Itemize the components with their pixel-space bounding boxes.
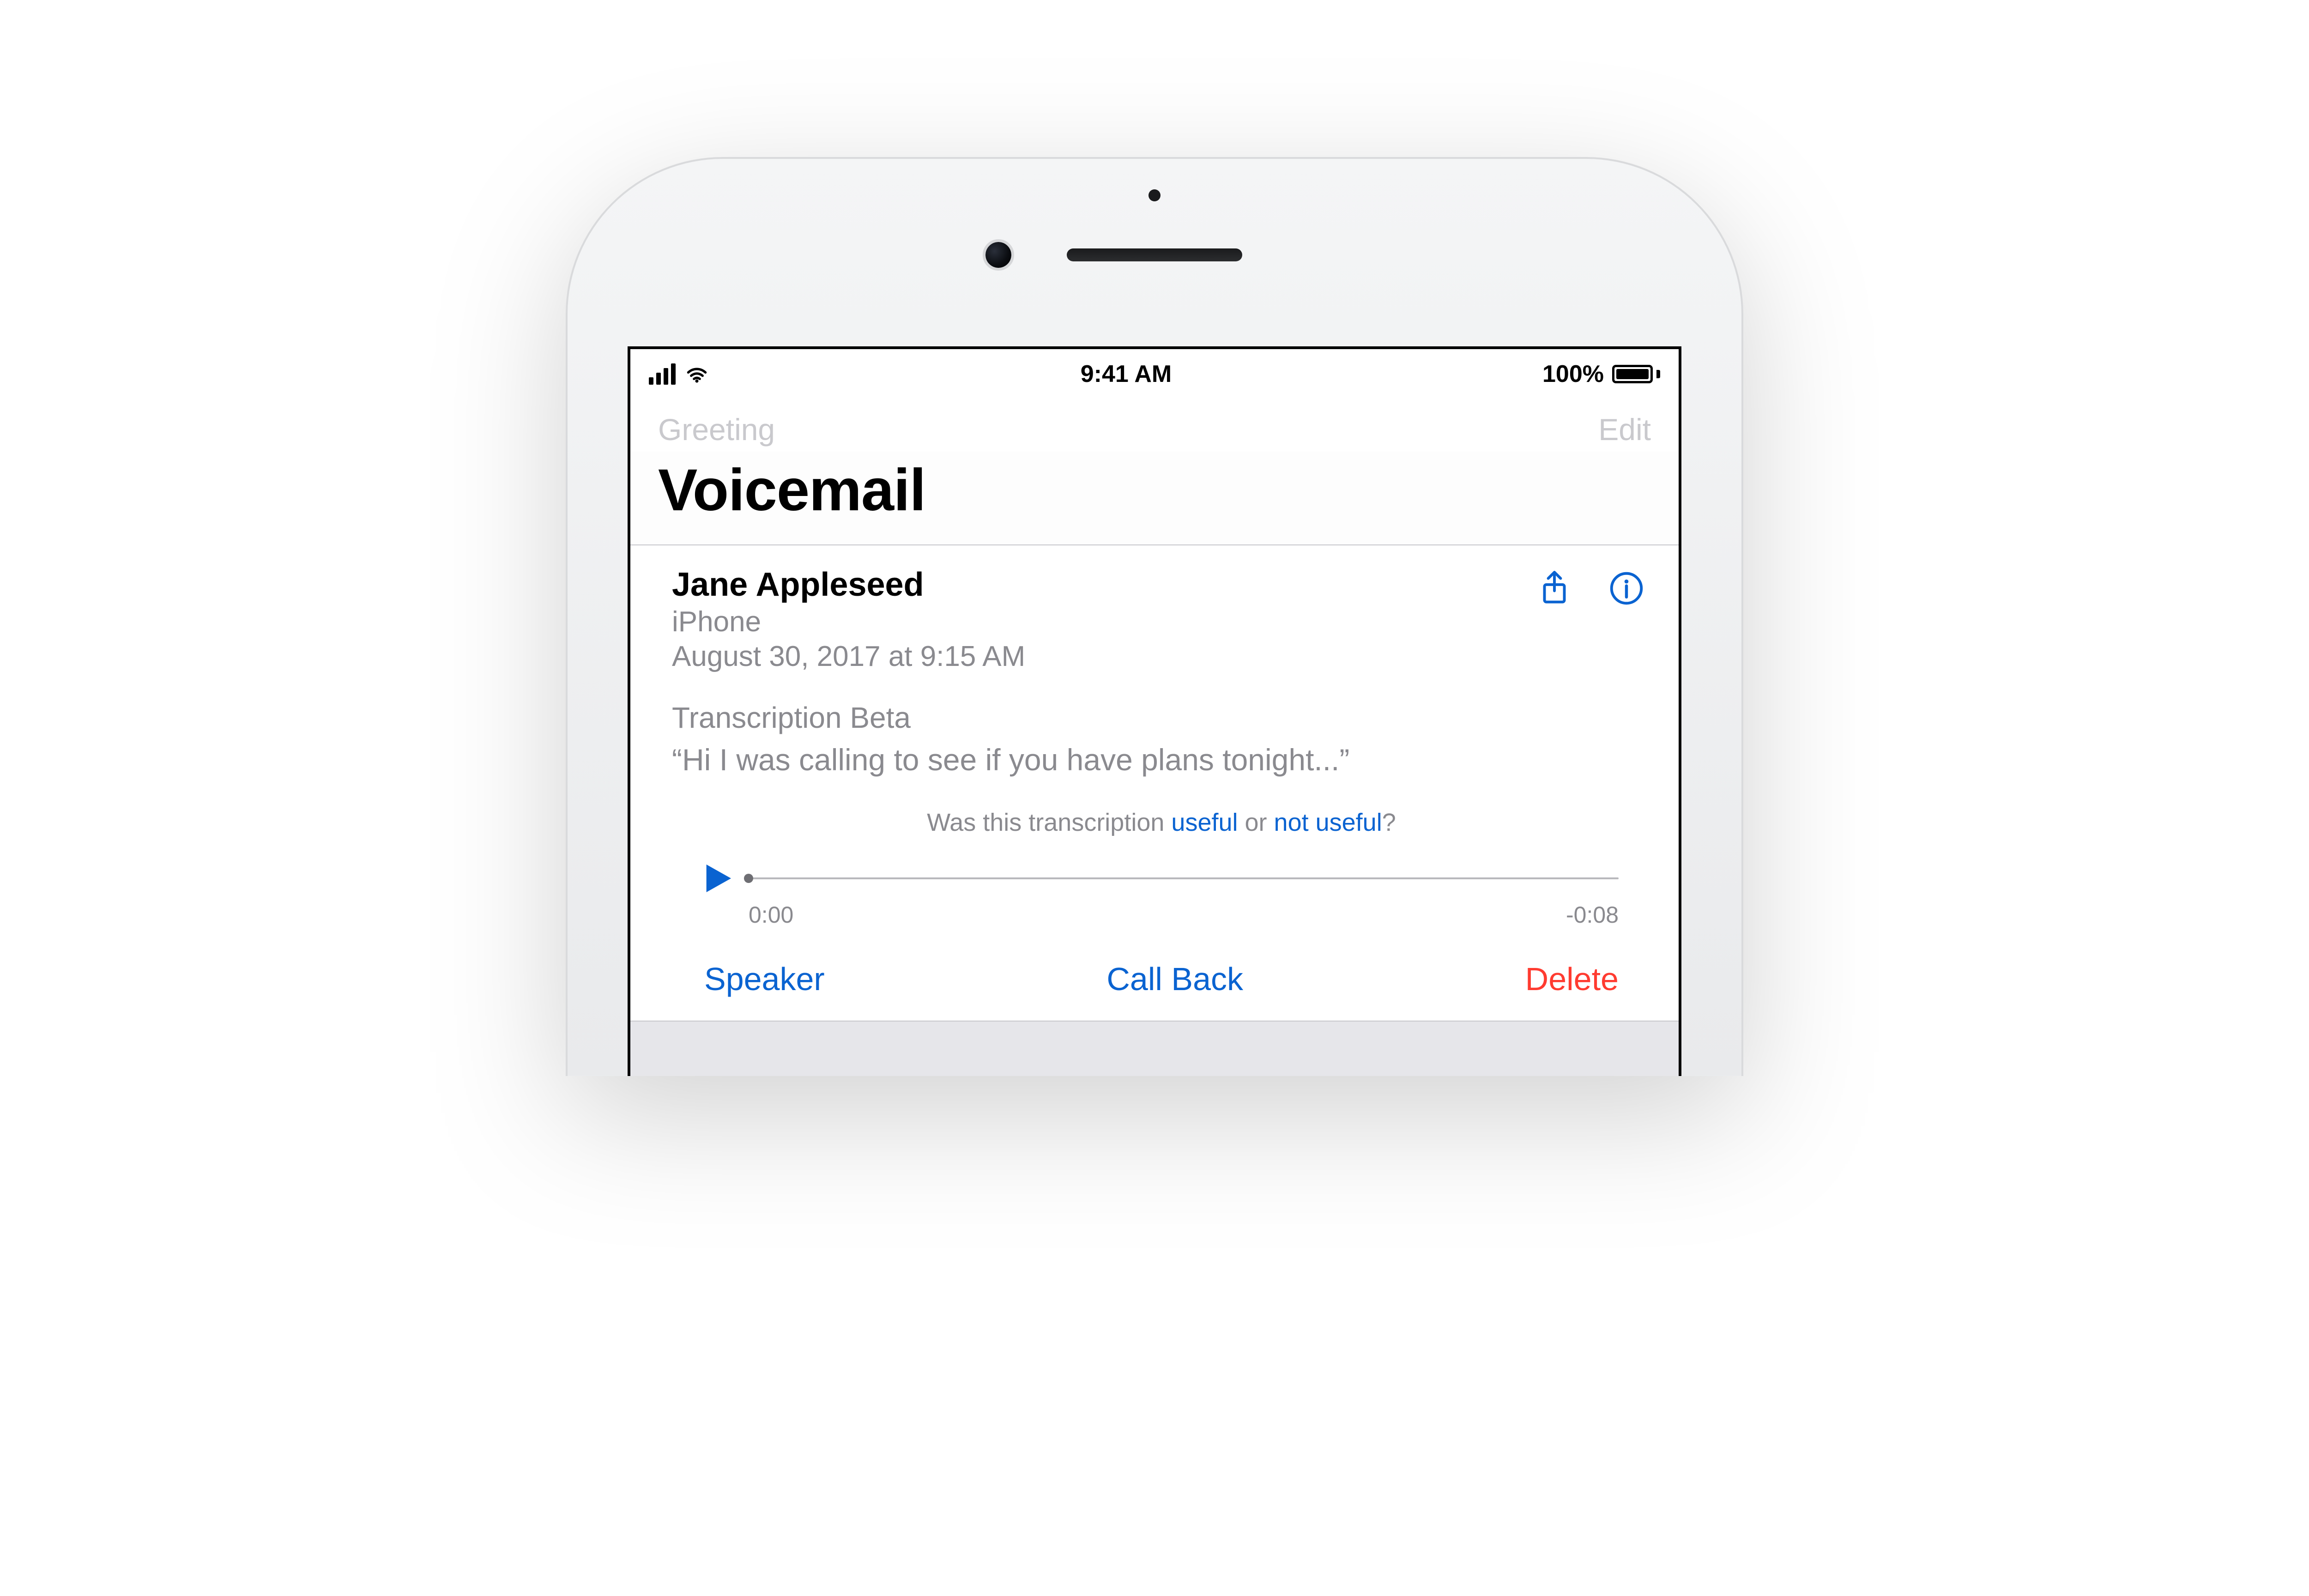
caller-device: iPhone [672,605,1025,638]
feedback-suffix: ? [1382,809,1396,836]
cellular-signal-icon [649,363,676,385]
transcription-label: Transcription Beta [672,701,1651,735]
phone-frame: 9:41 AM 100% Greeting Edit [566,157,1743,1076]
play-icon [699,860,736,897]
greeting-button[interactable]: Greeting [658,412,775,447]
feedback-prefix: Was this transcription [927,809,1171,836]
nav-bar: Greeting Edit [630,393,1679,452]
earpiece-speaker [1067,248,1242,261]
caller-name: Jane Appleseed [672,566,1025,604]
feedback-or: or [1238,809,1274,836]
voicemail-timestamp: August 30, 2017 at 9:15 AM [672,640,1025,673]
transcription-text: “Hi I was calling to see if you have pla… [672,739,1503,780]
page-title: Voicemail [658,456,1651,524]
status-time: 9:41 AM [1081,360,1172,388]
scrubber-knob[interactable] [744,874,753,883]
scrubber[interactable] [749,877,1619,879]
feedback-useful-link[interactable]: useful [1171,809,1238,836]
speaker-button[interactable]: Speaker [704,961,825,998]
wifi-icon [684,361,710,387]
edit-button[interactable]: Edit [1598,412,1651,447]
transcription-feedback: Was this transcription useful or not use… [672,808,1651,851]
title-row: Voicemail [630,452,1679,545]
status-right: 100% [1542,360,1660,388]
front-camera [985,242,1011,268]
info-icon [1607,568,1646,608]
list-below [630,1021,1679,1076]
battery-icon [1612,365,1660,383]
voicemail-item[interactable]: Jane Appleseed iPhone August 30, 2017 at… [630,545,1679,1021]
screen: 9:41 AM 100% Greeting Edit [628,346,1681,1076]
caller-meta: Jane Appleseed iPhone August 30, 2017 at… [672,566,1025,673]
canvas: 9:41 AM 100% Greeting Edit [0,0,2309,1596]
share-icon [1535,568,1574,608]
status-bar: 9:41 AM 100% [630,349,1679,393]
delete-button[interactable]: Delete [1525,961,1619,998]
info-button[interactable] [1607,568,1646,608]
status-left [649,361,710,387]
audio-player: 0:00 -0:08 [672,851,1651,947]
proximity-sensor [1148,189,1161,201]
battery-percent: 100% [1542,360,1604,388]
time-elapsed: 0:00 [749,901,793,928]
share-button[interactable] [1535,568,1574,608]
phone-body: 9:41 AM 100% Greeting Edit [566,157,1743,1076]
phone-sensors [628,242,1681,268]
feedback-not-useful-link[interactable]: not useful [1274,809,1382,836]
call-back-button[interactable]: Call Back [1106,961,1243,998]
voicemail-actions: Speaker Call Back Delete [672,947,1651,1021]
time-remaining: -0:08 [1566,901,1619,928]
play-button[interactable] [699,860,736,897]
